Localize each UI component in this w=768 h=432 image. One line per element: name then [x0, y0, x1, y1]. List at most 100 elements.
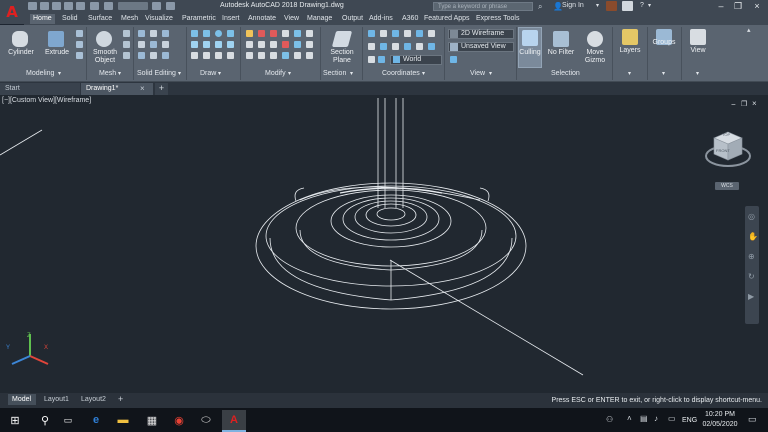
- ribbon-tab[interactable]: Add-ins: [366, 14, 396, 24]
- solid-edit-icon[interactable]: [162, 52, 169, 59]
- rectangle-icon[interactable]: [191, 41, 198, 48]
- hatch-icon[interactable]: [215, 41, 222, 48]
- mesh-expand-icon[interactable]: ▾: [118, 70, 121, 77]
- layers-icon[interactable]: [622, 29, 638, 45]
- ucs-icon[interactable]: [428, 30, 435, 37]
- no-filter-icon[interactable]: [553, 31, 569, 47]
- people-icon[interactable]: ⚇: [606, 415, 613, 424]
- viewport-close-button[interactable]: ×: [752, 99, 757, 108]
- ribbon-tab[interactable]: Visualize: [142, 14, 176, 24]
- ucs-icon[interactable]: [392, 30, 399, 37]
- ribbon-tab[interactable]: Mesh: [118, 14, 141, 24]
- layout1-tab[interactable]: Layout1: [40, 394, 74, 405]
- solid-edit-icon[interactable]: [138, 41, 145, 48]
- ucs-icon[interactable]: [392, 43, 399, 50]
- viewport-config-icon[interactable]: [450, 56, 457, 63]
- section-plane-label-1[interactable]: Section: [324, 49, 360, 57]
- view-expand-icon[interactable]: ▾: [489, 70, 492, 77]
- section-expand-icon[interactable]: ▾: [350, 70, 353, 77]
- trim-icon[interactable]: [270, 30, 277, 37]
- mesh-smooth-less-icon[interactable]: [123, 41, 130, 48]
- language-indicator[interactable]: ENG: [682, 417, 697, 424]
- viewcube-top-face-label[interactable]: TOP: [722, 132, 730, 137]
- point-icon[interactable]: [227, 52, 234, 59]
- groups-expand-icon[interactable]: ▾: [662, 70, 665, 77]
- scale-icon[interactable]: [258, 52, 265, 59]
- solid-editing-expand-icon[interactable]: ▾: [178, 70, 181, 77]
- extrude-button-label[interactable]: Extrude: [40, 49, 74, 57]
- search-input[interactable]: Type a keyword or phrase: [433, 2, 533, 11]
- view-panel-button-label[interactable]: View: [682, 47, 714, 55]
- solid-edit-icon[interactable]: [162, 30, 169, 37]
- break-icon[interactable]: [282, 52, 289, 59]
- modeling-panel-label[interactable]: Modeling: [26, 70, 54, 77]
- cylinder-button-label[interactable]: Cylinder: [4, 49, 38, 57]
- customize-quick-access-icon[interactable]: [166, 2, 175, 10]
- start-tab[interactable]: Start: [0, 83, 80, 95]
- view-panel-expand-icon[interactable]: ▾: [696, 70, 699, 77]
- groups-button-label[interactable]: Groups: [648, 39, 680, 47]
- ucs-icon[interactable]: [368, 43, 375, 50]
- align-icon[interactable]: [294, 52, 301, 59]
- erase-icon[interactable]: [282, 30, 289, 37]
- notifications-icon[interactable]: ▭: [748, 414, 757, 425]
- subtract-icon[interactable]: [76, 41, 83, 48]
- modify-panel-label[interactable]: Modify: [265, 70, 286, 77]
- region-icon[interactable]: [203, 52, 210, 59]
- calculator-icon[interactable]: ▦: [144, 412, 160, 428]
- line-icon[interactable]: [191, 30, 198, 37]
- ribbon-tab[interactable]: View: [281, 14, 302, 24]
- autodesk-app-store-icon[interactable]: [606, 1, 617, 11]
- plot-icon[interactable]: [76, 2, 85, 10]
- share-icon[interactable]: [152, 2, 161, 10]
- app-icon[interactable]: ⬭: [198, 412, 214, 428]
- move-gizmo-label-2[interactable]: Gizmo: [579, 57, 611, 65]
- section-panel-label[interactable]: Section: [323, 70, 346, 77]
- solid-edit-icon[interactable]: [138, 30, 145, 37]
- smooth-object-icon[interactable]: [96, 31, 112, 47]
- taskbar-clock[interactable]: 10:20 PM 02/05/2020: [696, 410, 744, 430]
- new-tab-button[interactable]: +: [155, 83, 168, 95]
- array-icon[interactable]: [270, 52, 277, 59]
- command-line-prompt[interactable]: Press ESC or ENTER to exit, or right-cli…: [552, 397, 762, 404]
- mesh-smooth-more-icon[interactable]: [123, 30, 130, 37]
- solid-edit-icon[interactable]: [162, 41, 169, 48]
- ribbon-minimize-icon[interactable]: ▴: [747, 26, 751, 34]
- move-icon[interactable]: [246, 30, 253, 37]
- zoom-icon[interactable]: ⊕: [748, 252, 755, 261]
- sign-in-button[interactable]: Sign In: [562, 2, 584, 9]
- draw-expand-icon[interactable]: ▾: [218, 70, 221, 77]
- ribbon-tab[interactable]: Parametric: [179, 14, 219, 24]
- polyline-icon[interactable]: [203, 30, 210, 37]
- ucs-icon[interactable]: [404, 43, 411, 50]
- help-dropdown-icon[interactable]: ▾: [648, 2, 651, 9]
- layers-button-label[interactable]: Layers: [614, 47, 646, 55]
- move-gizmo-icon[interactable]: [587, 31, 603, 47]
- model-tab[interactable]: Model: [8, 394, 36, 405]
- ucs-icon[interactable]: [368, 30, 375, 37]
- view-panel-icon[interactable]: [690, 29, 706, 45]
- ucs-icon[interactable]: [416, 30, 423, 37]
- redo-icon[interactable]: [104, 2, 113, 10]
- solid-edit-icon[interactable]: [150, 41, 157, 48]
- ribbon-tab[interactable]: Manage: [304, 14, 335, 24]
- ribbon-tab[interactable]: Featured Apps: [421, 14, 473, 24]
- extend-icon[interactable]: [282, 41, 289, 48]
- offset-icon[interactable]: [306, 30, 313, 37]
- circle-icon[interactable]: [215, 30, 222, 37]
- stretch-icon[interactable]: [246, 52, 253, 59]
- smooth-object-label-1[interactable]: Smooth: [88, 49, 122, 57]
- section-plane-label-2[interactable]: Plane: [324, 57, 360, 65]
- ellipse-icon[interactable]: [203, 41, 210, 48]
- no-filter-label[interactable]: No Filter: [545, 49, 577, 57]
- ucs-icon[interactable]: [368, 56, 375, 63]
- solid-edit-icon[interactable]: [150, 30, 157, 37]
- rotate-icon[interactable]: [258, 30, 265, 37]
- windows-start-icon[interactable]: ⊞: [7, 412, 23, 428]
- file-explorer-icon[interactable]: ▬: [115, 412, 131, 428]
- orbit-icon[interactable]: ↻: [748, 272, 755, 281]
- ucs-icon[interactable]: [380, 43, 387, 50]
- mesh-panel-label[interactable]: Mesh: [99, 70, 116, 77]
- ucs-icon[interactable]: [404, 30, 411, 37]
- help-button[interactable]: ?: [640, 2, 644, 9]
